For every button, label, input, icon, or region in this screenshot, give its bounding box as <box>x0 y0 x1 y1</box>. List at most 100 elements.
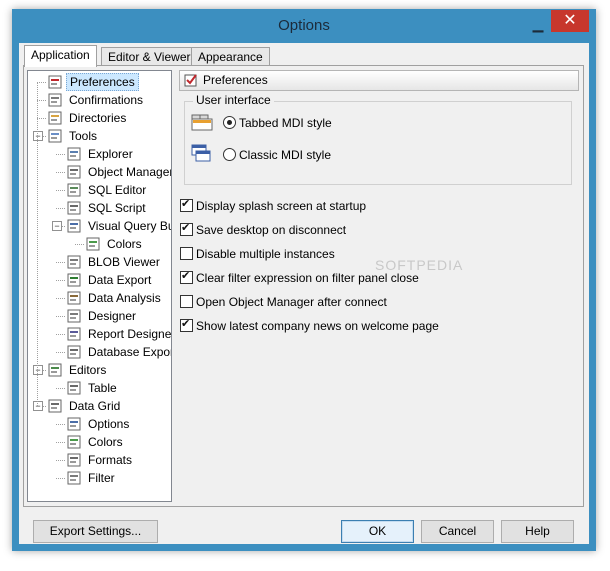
tab-application[interactable]: Application <box>24 45 97 67</box>
tree-connector <box>56 298 65 299</box>
tree-item-directories[interactable]: Directories <box>47 109 129 127</box>
checkbox-label: Save desktop on disconnect <box>196 223 347 237</box>
tree-item-label: Tools <box>69 129 98 143</box>
tree-item-label: Database Export <box>88 345 172 359</box>
checkbox-clear-filter-expression-on-filter-panel-close[interactable]: Clear filter expression on filter panel … <box>180 269 419 287</box>
colors-icon <box>85 236 101 252</box>
minimize-icon[interactable]: ▁ <box>526 15 550 33</box>
checkbox-box[interactable] <box>180 317 193 333</box>
tree-item-data-analysis[interactable]: Data Analysis <box>66 289 164 307</box>
title-bar[interactable]: Options ▁ ✕ <box>12 9 596 43</box>
tree-item-label: Directories <box>69 111 127 125</box>
checkbox-box[interactable] <box>180 269 193 285</box>
cancel-button[interactable]: Cancel <box>421 520 494 543</box>
tree-item-filter[interactable]: Filter <box>66 469 118 487</box>
collapse-icon[interactable]: − <box>33 401 43 411</box>
user-interface-label: User interface <box>193 93 274 107</box>
classic-mdi-icon <box>191 144 211 162</box>
checkbox-open-object-manager-after-connect[interactable]: Open Object Manager after connect <box>180 293 387 311</box>
filter-icon <box>66 470 82 486</box>
tree-item-label: Data Export <box>88 273 152 287</box>
checkbox-box[interactable] <box>180 221 193 237</box>
tree-connector <box>37 118 46 119</box>
checkbox-disable-multiple-instances[interactable]: Disable multiple instances <box>180 245 335 263</box>
preferences-icon <box>47 74 63 90</box>
tree-item-formats[interactable]: Formats <box>66 451 135 469</box>
preferences-icon <box>184 74 197 87</box>
designer-icon <box>66 308 82 324</box>
tree-item-blob-viewer[interactable]: BLOB Viewer <box>66 253 163 271</box>
tree-item-report-designer[interactable]: Report Designer <box>66 325 171 343</box>
tree-item-designer[interactable]: Designer <box>66 307 139 325</box>
tree-connector <box>56 262 65 263</box>
radio-tabbed-mdi[interactable]: Tabbed MDI style <box>223 113 332 133</box>
data-export-icon <box>66 272 82 288</box>
radio-classic-mdi[interactable]: Classic MDI style <box>223 145 331 165</box>
tree-connector <box>56 460 65 461</box>
confirmations-icon <box>47 92 63 108</box>
data-grid-icon <box>47 398 63 414</box>
tree-item-colors[interactable]: Colors <box>85 235 145 253</box>
tree-item-object-manager[interactable]: Object Manager <box>66 163 171 181</box>
tree-item-options[interactable]: Options <box>66 415 132 433</box>
tree-item-label: Filter <box>88 471 115 485</box>
options-tree[interactable]: Preferences Confirmations Directories Tools… <box>27 70 172 502</box>
export-settings-button[interactable]: Export Settings... <box>33 520 158 543</box>
tree-connector <box>56 388 65 389</box>
checkbox-box[interactable] <box>180 295 193 309</box>
tree-connector <box>56 334 65 335</box>
tree-item-visual-query-builder[interactable]: Visual Query Builder <box>66 217 171 235</box>
blob-viewer-icon <box>66 254 82 270</box>
tree-item-data-grid[interactable]: Data Grid <box>47 397 123 415</box>
tree-item-label: Confirmations <box>69 93 144 107</box>
radio-classic-button[interactable] <box>223 148 236 162</box>
close-icon[interactable]: ✕ <box>551 10 589 32</box>
tab-editor-viewers-label: Editor & Viewers <box>108 50 197 64</box>
checkbox-label: Clear filter expression on filter panel … <box>196 271 419 285</box>
tree-item-explorer[interactable]: Explorer <box>66 145 136 163</box>
tree-item-data-export[interactable]: Data Export <box>66 271 154 289</box>
tree-item-confirmations[interactable]: Confirmations <box>47 91 146 109</box>
tools-icon <box>47 128 63 144</box>
colors-icon <box>66 434 82 450</box>
checkbox-display-splash-screen-at-startup[interactable]: Display splash screen at startup <box>180 197 366 215</box>
checkbox-save-desktop-on-disconnect[interactable]: Save desktop on disconnect <box>180 221 346 239</box>
tree-item-label: Designer <box>88 309 137 323</box>
table-icon <box>66 380 82 396</box>
tree-connector <box>56 154 65 155</box>
tabbed-mdi-icon <box>191 114 213 131</box>
checkbox-box[interactable] <box>180 247 193 261</box>
help-button[interactable]: Help <box>501 520 574 543</box>
editors-icon <box>47 362 63 378</box>
tab-appearance[interactable]: Appearance <box>191 47 270 66</box>
section-title: Preferences <box>203 73 268 87</box>
tree-item-sql-editor[interactable]: SQL Editor <box>66 181 149 199</box>
tree-connector <box>56 442 65 443</box>
tree-item-editors[interactable]: Editors <box>47 361 109 379</box>
section-header: Preferences <box>179 70 579 91</box>
tree-item-table[interactable]: Table <box>66 379 120 397</box>
tree-item-database-export[interactable]: Database Export <box>66 343 172 361</box>
collapse-icon[interactable]: − <box>33 365 43 375</box>
ok-button[interactable]: OK <box>341 520 414 543</box>
tree-item-preferences[interactable]: Preferences <box>47 73 139 91</box>
tree-item-label: Data Grid <box>69 399 121 413</box>
radio-tabbed-button[interactable] <box>223 116 236 130</box>
object-manager-icon <box>66 164 82 180</box>
tab-appearance-label: Appearance <box>198 50 263 64</box>
tree-item-label: Colors <box>107 237 142 251</box>
checkbox-label: Open Object Manager after connect <box>196 295 387 309</box>
help-label: Help <box>525 524 550 538</box>
checkbox-show-latest-company-news-on-welcome-page[interactable]: Show latest company news on welcome page <box>180 317 439 335</box>
tab-editor-viewers[interactable]: Editor & Viewers <box>101 47 204 66</box>
tree-item-sql-script[interactable]: SQL Script <box>66 199 149 217</box>
tree-item-tools[interactable]: Tools <box>47 127 100 145</box>
checkbox-box[interactable] <box>180 197 193 213</box>
collapse-icon[interactable]: − <box>52 221 62 231</box>
tree-item-colors[interactable]: Colors <box>66 433 126 451</box>
tree-guide-line <box>37 82 38 406</box>
tree-item-label: Options <box>88 417 130 431</box>
collapse-icon[interactable]: − <box>33 131 43 141</box>
data-analysis-icon <box>66 290 82 306</box>
tree-item-label: SQL Script <box>88 201 146 215</box>
